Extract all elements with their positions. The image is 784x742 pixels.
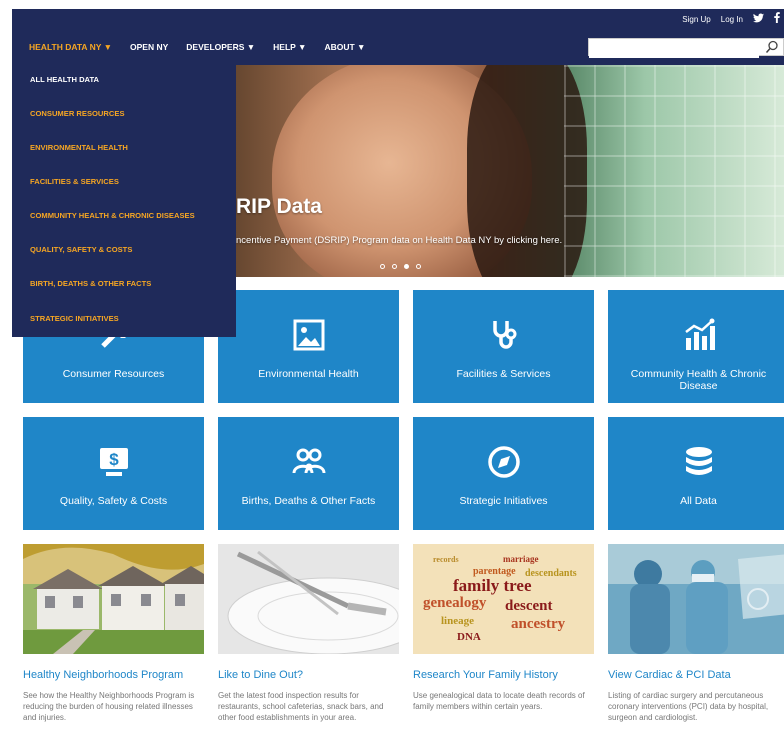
tile-strategic-initiatives[interactable]: Strategic Initiatives	[413, 417, 594, 530]
carousel-dots	[380, 264, 421, 269]
word-cloud-image[interactable]: records marriage parentage descendants f…	[413, 544, 594, 654]
log-in-link[interactable]: Log In	[721, 15, 743, 24]
stethoscope-icon	[487, 318, 521, 352]
tile-label: All Data	[680, 495, 717, 507]
dropdown-item[interactable]: STRATEGIC INITIATIVES	[30, 314, 119, 323]
svg-text:records: records	[433, 555, 459, 564]
people-icon	[292, 445, 326, 479]
card-description: See how the Healthy Neighborhoods Progra…	[23, 691, 195, 722]
health-data-dropdown-menu: ALL HEALTH DATA CONSUMER RESOURCES ENVIRON…	[12, 65, 236, 337]
dropdown-item[interactable]: COMMUNITY HEALTH & CHRONIC DISEASES	[30, 211, 195, 220]
svg-text:$: $	[109, 450, 119, 469]
svg-text:descent: descent	[505, 598, 553, 614]
card-description: Use genealogical data to locate death re…	[413, 691, 585, 711]
tile-label: Consumer Resources	[62, 368, 165, 380]
tile-label: Quality, Safety & Costs	[59, 495, 168, 507]
hero-subtitle[interactable]: ncentive Payment (DSRIP) Program data on…	[236, 235, 562, 246]
feature-card: View Cardiac & PCI Data Listing of cardi…	[608, 544, 784, 723]
tile-environmental-health[interactable]: Environmental Health	[218, 290, 399, 403]
card-title-link[interactable]: Healthy Neighborhoods Program	[23, 668, 204, 683]
card-description: Get the latest food inspection results f…	[218, 691, 384, 722]
search-input[interactable]	[589, 41, 759, 58]
tile-community-health-chronic-disease[interactable]: Community Health & Chronic Disease	[608, 290, 784, 403]
tile-births-deaths-other-facts[interactable]: Births, Deaths & Other Facts	[218, 417, 399, 530]
twitter-icon[interactable]	[753, 13, 764, 26]
dollar-monitor-icon: $	[97, 445, 131, 479]
fork-plate-image[interactable]	[218, 544, 399, 654]
carousel-dot[interactable]	[416, 264, 421, 269]
dropdown-item[interactable]: CONSUMER RESOURCES	[30, 109, 125, 118]
search-box	[588, 38, 784, 58]
tile-quality-safety-costs[interactable]: $ Quality, Safety & Costs	[23, 417, 204, 530]
svg-text:marriage: marriage	[503, 554, 538, 564]
svg-text:family tree: family tree	[453, 576, 532, 595]
tile-label: Strategic Initiatives	[459, 495, 548, 507]
main-nav: HEALTH DATA NY ▼ OPEN NY DEVELOPERS ▼ HELP …	[29, 42, 383, 52]
feature-card: Like to Dine Out? Get the latest food in…	[218, 544, 399, 723]
dropdown-item[interactable]: ENVIRONMENTAL HEALTH	[30, 143, 128, 152]
utility-links: Sign Up Log In	[682, 11, 784, 27]
carousel-dot[interactable]	[404, 264, 409, 269]
feature-card: records marriage parentage descendants f…	[413, 544, 594, 712]
sign-up-link[interactable]: Sign Up	[682, 15, 710, 24]
tile-facilities-services[interactable]: Facilities & Services	[413, 290, 594, 403]
svg-text:genealogy: genealogy	[423, 595, 487, 611]
nav-item-health-data-ny[interactable]: HEALTH DATA NY ▼	[29, 42, 112, 52]
tile-label: Facilities & Services	[456, 368, 551, 380]
tile-label: Community Health & Chronic Disease	[630, 368, 767, 392]
dropdown-item[interactable]: FACILITIES & SERVICES	[30, 177, 119, 186]
compass-icon	[487, 445, 521, 479]
card-title-link[interactable]: Research Your Family History	[413, 668, 594, 683]
dropdown-item[interactable]: BIRTH, DEATHS & OTHER FACTS	[30, 279, 151, 288]
houses-image[interactable]	[23, 544, 204, 654]
dropdown-item[interactable]: QUALITY, SAFETY & COSTS	[30, 245, 132, 254]
top-navigation-bar: Sign Up Log In HEALTH DATA NY ▼ OPEN NY DE…	[12, 9, 784, 65]
svg-text:descendants: descendants	[525, 568, 577, 579]
search-icon[interactable]	[765, 40, 779, 54]
tile-label: Environmental Health	[258, 368, 359, 380]
svg-text:lineage: lineage	[441, 615, 474, 627]
card-description: Listing of cardiac surgery and percutane…	[608, 691, 769, 722]
dropdown-item[interactable]: ALL HEALTH DATA	[30, 75, 99, 84]
nav-item-help[interactable]: HELP ▼	[273, 42, 306, 52]
nav-item-about[interactable]: ABOUT ▼	[324, 42, 365, 52]
hero-photo-background	[564, 65, 784, 277]
facebook-icon[interactable]	[774, 12, 780, 26]
card-title-link[interactable]: Like to Dine Out?	[218, 668, 399, 683]
nav-item-open-ny[interactable]: OPEN NY	[130, 42, 168, 52]
svg-text:ancestry: ancestry	[511, 616, 566, 632]
tile-all-data[interactable]: All Data	[608, 417, 784, 530]
surgeons-image[interactable]	[608, 544, 784, 654]
svg-text:DNA: DNA	[457, 631, 481, 643]
tile-label: Births, Deaths & Other Facts	[241, 495, 376, 507]
hero-title[interactable]: RIP Data	[236, 195, 322, 219]
feature-card: Healthy Neighborhoods Program See how th…	[23, 544, 204, 723]
nav-item-developers[interactable]: DEVELOPERS ▼	[186, 42, 255, 52]
database-icon	[682, 445, 716, 479]
picture-icon	[292, 318, 326, 352]
card-title-link[interactable]: View Cardiac & PCI Data	[608, 668, 784, 683]
carousel-dot[interactable]	[392, 264, 397, 269]
chart-icon	[682, 318, 716, 352]
carousel-dot[interactable]	[380, 264, 385, 269]
